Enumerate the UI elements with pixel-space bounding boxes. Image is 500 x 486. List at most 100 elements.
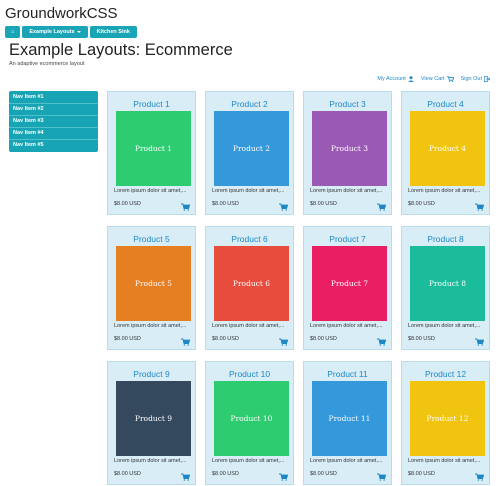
product-image[interactable]: Product 5 [116, 246, 191, 321]
site-title: GroundworkCSS [5, 5, 118, 22]
home-button[interactable]: ⌂ [5, 26, 21, 38]
product-card: Product 11 Product 11 Lorem ipsum dolor si… [303, 361, 392, 485]
product-price: $8.00 USD [114, 336, 141, 342]
side-nav: Nav Item #1 Nav Item #2 Nav Item #3 Nav … [9, 91, 98, 152]
product-description: Lorem ipsum dolor sit amet,... [212, 458, 285, 464]
product-image-label: Product 9 [134, 414, 173, 423]
product-image-label: Product 5 [134, 279, 173, 288]
sidebar-item-1[interactable]: Nav Item #1 [9, 92, 98, 104]
product-image[interactable]: Product 10 [214, 381, 289, 456]
product-description: Lorem ipsum dolor sit amet,... [310, 188, 383, 194]
add-to-cart-icon[interactable] [279, 333, 289, 346]
sidebar-item-2[interactable]: Nav Item #2 [9, 104, 98, 116]
product-description: Lorem ipsum dolor sit amet,... [114, 188, 187, 194]
add-to-cart-icon[interactable] [181, 198, 191, 211]
product-price: $8.00 USD [310, 201, 337, 207]
product-image-label: Product 4 [428, 144, 467, 153]
product-description: Lorem ipsum dolor sit amet,... [310, 458, 383, 464]
product-title[interactable]: Product 12 [402, 369, 489, 379]
product-title[interactable]: Product 8 [402, 234, 489, 244]
product-description: Lorem ipsum dolor sit amet,... [114, 458, 187, 464]
add-to-cart-icon[interactable] [279, 198, 289, 211]
my-account-link[interactable]: My Account [377, 76, 414, 82]
add-to-cart-icon[interactable] [181, 333, 191, 346]
product-description: Lorem ipsum dolor sit amet,... [212, 188, 285, 194]
view-cart-link[interactable]: View Cart [421, 76, 454, 82]
product-title[interactable]: Product 1 [108, 99, 195, 109]
product-image-label: Product 1 [134, 144, 173, 153]
product-description: Lorem ipsum dolor sit amet,... [212, 323, 285, 329]
add-to-cart-icon[interactable] [377, 198, 387, 211]
product-image[interactable]: Product 11 [312, 381, 387, 456]
product-image[interactable]: Product 3 [312, 111, 387, 186]
product-description: Lorem ipsum dolor sit amet,... [408, 188, 481, 194]
product-description: Lorem ipsum dolor sit amet,... [310, 323, 383, 329]
product-card: Product 10 Product 10 Lorem ipsum dolor si… [205, 361, 294, 485]
sidebar-item-4[interactable]: Nav Item #4 [9, 128, 98, 140]
sidebar-item-5[interactable]: Nav Item #5 [9, 140, 98, 151]
example-layouts-label: Example Layouts [29, 29, 75, 35]
product-title[interactable]: Product 6 [206, 234, 293, 244]
top-nav: ⌂ Example Layouts Kitchen Sink [5, 26, 137, 38]
my-account-label: My Account [377, 76, 406, 82]
product-image[interactable]: Product 8 [410, 246, 485, 321]
product-image-label: Product 11 [328, 414, 371, 423]
product-title[interactable]: Product 4 [402, 99, 489, 109]
product-card: Product 5 Product 5 Lorem ipsum dolor sit … [107, 226, 196, 350]
product-price: $8.00 USD [114, 471, 141, 477]
product-title[interactable]: Product 11 [304, 369, 391, 379]
product-card: Product 12 Product 12 Lorem ipsum dolor si… [401, 361, 490, 485]
user-icon [408, 76, 414, 82]
sign-out-icon [484, 76, 490, 82]
product-image-label: Product 10 [230, 414, 273, 423]
product-image[interactable]: Product 2 [214, 111, 289, 186]
product-image[interactable]: Product 4 [410, 111, 485, 186]
product-title[interactable]: Product 5 [108, 234, 195, 244]
product-card: Product 1 Product 1 Lorem ipsum dolor sit … [107, 91, 196, 215]
sign-out-label: Sign Out [460, 76, 482, 82]
product-title[interactable]: Product 3 [304, 99, 391, 109]
product-card: Product 7 Product 7 Lorem ipsum dolor sit … [303, 226, 392, 350]
product-title[interactable]: Product 9 [108, 369, 195, 379]
product-image-label: Product 12 [426, 414, 469, 423]
sign-out-link[interactable]: Sign Out [461, 76, 490, 82]
product-image[interactable]: Product 9 [116, 381, 191, 456]
product-title[interactable]: Product 2 [206, 99, 293, 109]
product-price: $8.00 USD [408, 201, 435, 207]
product-price: $8.00 USD [212, 471, 239, 477]
product-image-label: Product 7 [330, 279, 369, 288]
product-description: Lorem ipsum dolor sit amet,... [114, 323, 187, 329]
product-image-label: Product 2 [232, 144, 271, 153]
product-image[interactable]: Product 7 [312, 246, 387, 321]
product-price: $8.00 USD [310, 471, 337, 477]
product-card: Product 2 Product 2 Lorem ipsum dolor sit … [205, 91, 294, 215]
product-card: Product 9 Product 9 Lorem ipsum dolor sit … [107, 361, 196, 485]
chevron-down-icon [76, 30, 81, 33]
add-to-cart-icon[interactable] [377, 333, 387, 346]
product-image[interactable]: Product 12 [410, 381, 485, 456]
page-subtitle: An adaptive ecommerce layout [9, 61, 85, 67]
product-image[interactable]: Product 6 [214, 246, 289, 321]
product-card: Product 4 Product 4 Lorem ipsum dolor sit … [401, 91, 490, 215]
product-image[interactable]: Product 1 [116, 111, 191, 186]
product-image-label: Product 3 [330, 144, 369, 153]
example-layouts-menu[interactable]: Example Layouts [22, 26, 88, 38]
product-card: Product 6 Product 6 Lorem ipsum dolor sit … [205, 226, 294, 350]
product-card: Product 3 Product 3 Lorem ipsum dolor sit … [303, 91, 392, 215]
page-title: Example Layouts: Ecommerce [9, 41, 233, 59]
product-description: Lorem ipsum dolor sit amet,... [408, 458, 481, 464]
view-cart-label: View Cart [420, 76, 445, 82]
product-title[interactable]: Product 10 [206, 369, 293, 379]
add-to-cart-icon[interactable] [475, 198, 485, 211]
product-card: Product 8 Product 8 Lorem ipsum dolor sit … [401, 226, 490, 350]
product-price: $8.00 USD [310, 336, 337, 342]
sidebar-item-3[interactable]: Nav Item #3 [9, 116, 98, 128]
product-image-label: Product 6 [232, 279, 271, 288]
product-image-label: Product 8 [428, 279, 467, 288]
account-links: My Account View Cart Sign Out [377, 76, 490, 82]
add-to-cart-icon[interactable] [475, 333, 485, 346]
product-price: $8.00 USD [114, 201, 141, 207]
kitchen-sink-link[interactable]: Kitchen Sink [89, 26, 137, 38]
product-title[interactable]: Product 7 [304, 234, 391, 244]
kitchen-sink-label: Kitchen Sink [96, 29, 130, 35]
